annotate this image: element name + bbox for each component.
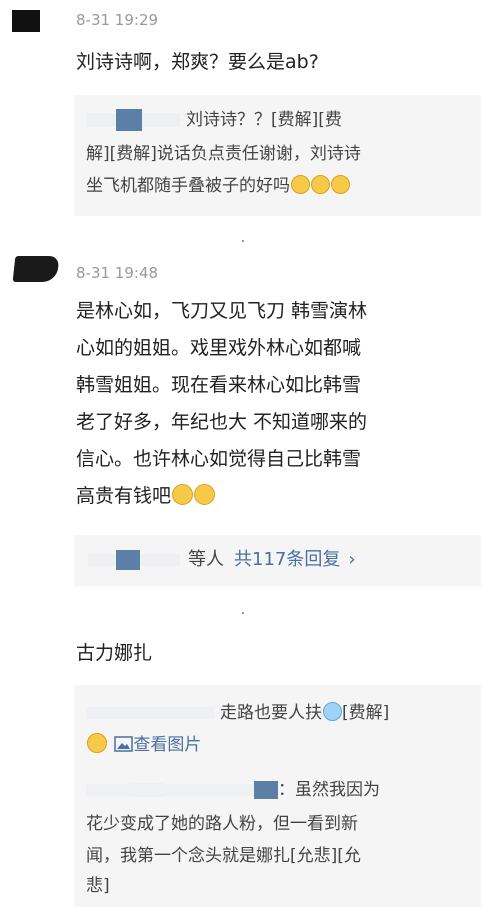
thinking-face-emoji-icon [194,484,216,505]
chevron-right-icon[interactable]: › [348,549,355,570]
quote-line: 解][费解]说话负点责任谢谢，刘诗诗 [86,144,361,164]
avatar[interactable] [12,256,60,282]
avatar[interactable] [12,10,40,32]
avatar [116,550,140,570]
quote-line: 坐飞机都随手叠被子的好吗 [86,171,350,201]
comment-text: 是林心如，飞刀又见飞刀 韩雪演林 心如的姐姐。戏里戏外林心如都喊 韩雪姐姐。现在… [76,300,368,507]
comment-text: 刘诗诗啊，郑爽？要么是ab? [76,51,319,73]
quote-line: 查看图片 [86,730,201,760]
avatar [116,109,142,131]
quoted-reply[interactable]: 刘诗诗？？[费解][费 解][费解]说话负点责任谢谢，刘诗诗 坐飞机都随手叠被子… [74,95,481,216]
thinking-face-emoji-icon [172,484,194,505]
comment-time: 8-31 19:29 [76,11,159,29]
quote-line: 闻，我第一个念头就是娜扎[允悲][允 [86,846,361,866]
quote-line: 走路也要人扶 [费解] [86,698,389,728]
replies-bar[interactable]: 等人 共117条回复 › [74,535,481,586]
divider-dot [242,240,244,242]
upside-down-face-emoji-icon [291,175,310,194]
quote-line: 花少变成了她的路人粉，但一看到新 [86,814,358,834]
view-image-link[interactable]: 查看图片 [114,735,201,755]
avatar [254,781,278,799]
view-replies-link[interactable]: 共117条回复 [234,549,340,570]
smile-emoji-icon [87,733,107,753]
emoji-icon [323,702,342,721]
upside-down-face-emoji-icon [311,175,330,194]
quote-line: 刘诗诗？？[费解][费 [86,105,342,135]
quote-line: ：虽然我因为 [86,775,380,805]
upside-down-face-emoji-icon [331,175,350,194]
quoted-reply[interactable]: 走路也要人扶 [费解] 查看图片 ：虽然我因为 花少变成了她的路人粉，但一看到新 … [74,685,481,907]
divider-dot [242,612,244,614]
comment-time: 8-31 19:48 [76,264,159,282]
quote-line: 悲] [86,876,110,896]
comment-text: 古力娜扎 [76,642,153,664]
image-icon [114,736,134,752]
